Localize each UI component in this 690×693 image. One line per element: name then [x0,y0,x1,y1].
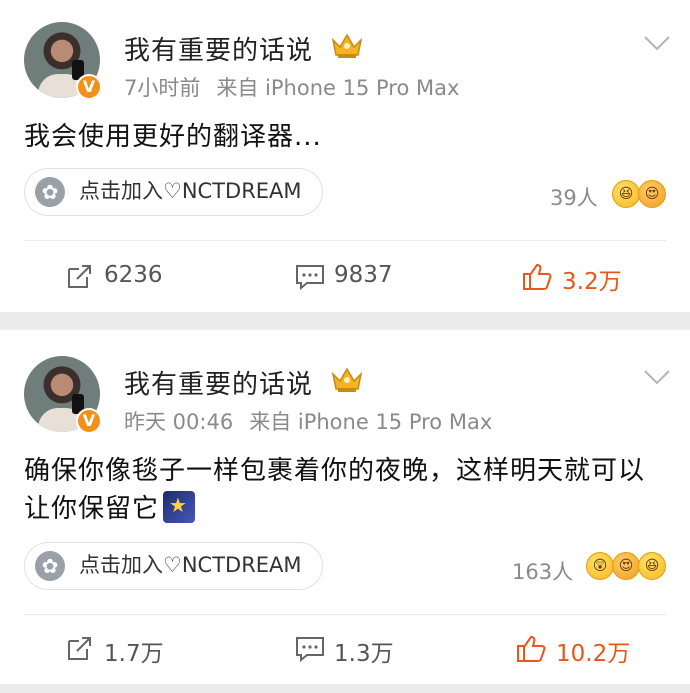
post-source: 来自 iPhone 15 Pro Max [216,76,460,100]
topic-tag-label: 点击加入♡NCTDREAM [79,179,302,203]
divider [24,614,666,615]
likers-count[interactable]: 163人 [512,556,573,586]
comment-count: 1.3万 [334,641,394,667]
divider [24,240,666,241]
post-content-text: 确保你像毯子一样包裹着你的夜晚，这样明天就可以让你保留它 [24,456,646,524]
verified-badge-icon: V [76,74,102,100]
topic-tag-label: 点击加入♡NCTDREAM [79,553,302,577]
weibo-post: V 我有重要的话说 7小时前 来自 iPhone 15 Pro Max 我会使用更… [0,0,690,312]
username[interactable]: 我有重要的话说 [124,30,313,67]
heart-face-emoji: 😍 [638,180,666,208]
flower-icon [35,551,65,581]
chevron-down-icon[interactable] [643,368,671,386]
comment-count: 9837 [334,262,393,288]
likers-count[interactable]: 39人 [550,182,598,212]
heart-face-emoji: 😍 [612,552,640,580]
post-time: 7小时前 [124,76,201,100]
comment-icon [296,265,324,291]
post-time: 昨天 00:46 [124,410,234,434]
like-count: 10.2万 [556,641,631,667]
shooting-star-emoji [163,491,196,523]
crown-icon [331,33,363,58]
repost-icon [68,265,91,288]
flower-icon [35,177,65,207]
post-meta: 7小时前 来自 iPhone 15 Pro Max [124,72,459,102]
thumbs-up-icon [523,263,552,290]
topic-tag[interactable]: 点击加入♡NCTDREAM [24,168,323,216]
post-meta: 昨天 00:46 来自 iPhone 15 Pro Max [124,406,492,436]
thumbs-up-icon [517,635,546,662]
surprised-emoji: 😲 [586,552,614,580]
laughing-emoji: 😆 [612,180,640,208]
comment-icon [296,637,324,663]
chevron-down-icon[interactable] [643,34,671,52]
post-source: 来自 iPhone 15 Pro Max [249,410,493,434]
crown-icon [331,367,363,392]
weibo-post: V 我有重要的话说 昨天 00:46 来自 iPhone 15 Pro Max 确… [0,330,690,684]
repost-count: 6236 [104,262,163,288]
topic-tag[interactable]: 点击加入♡NCTDREAM [24,542,323,590]
laughing-emoji: 😆 [638,552,666,580]
repost-icon [68,637,91,660]
like-count: 3.2万 [562,269,622,295]
post-content: 我会使用更好的翻译器... [24,122,322,152]
verified-badge-icon: V [76,408,102,434]
username[interactable]: 我有重要的话说 [124,364,313,401]
post-content: 确保你像毯子一样包裹着你的夜晚，这样明天就可以让你保留它 [24,452,664,528]
repost-count: 1.7万 [104,641,164,667]
